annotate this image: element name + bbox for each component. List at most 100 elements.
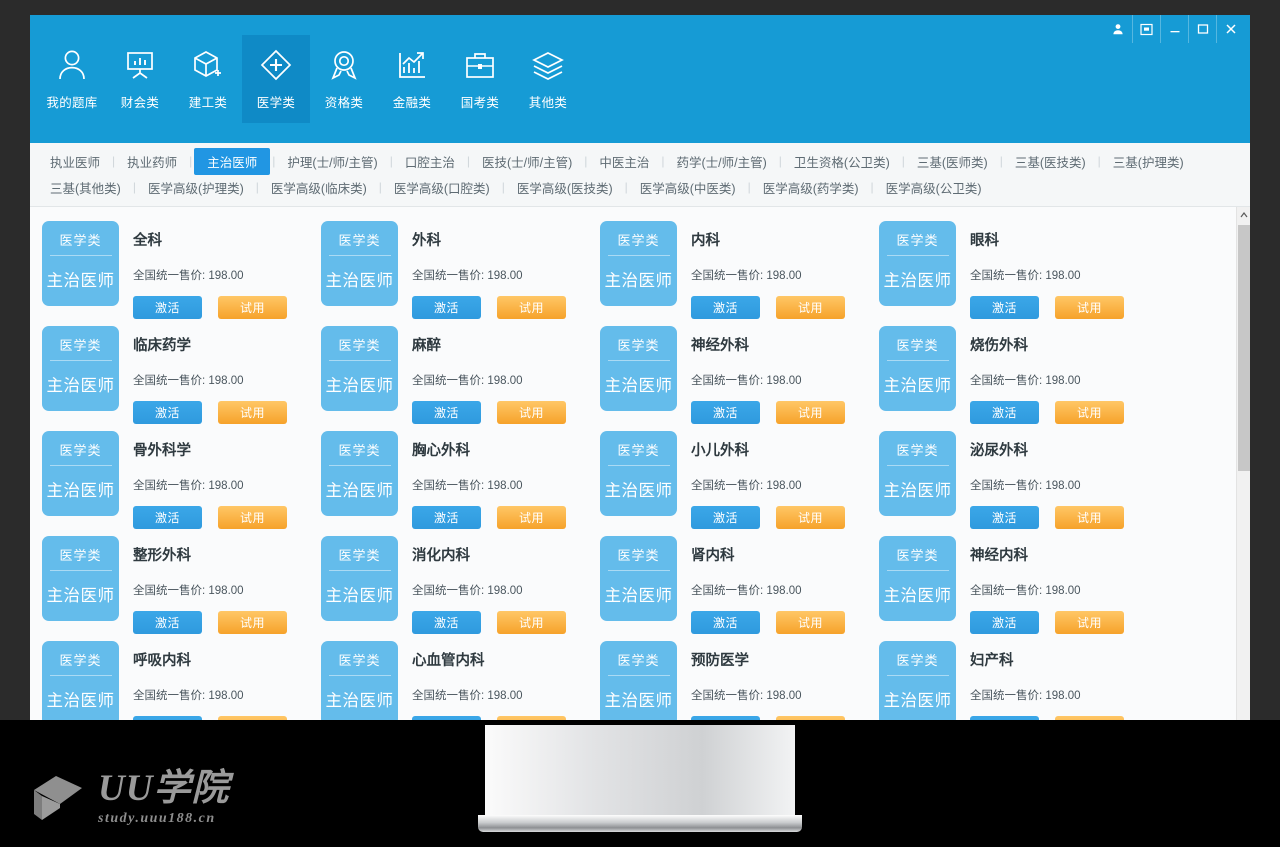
account-icon[interactable] [1104, 15, 1132, 43]
close-icon[interactable] [1216, 15, 1244, 43]
trial-button[interactable]: 试用 [218, 611, 287, 634]
activate-button[interactable]: 激活 [970, 296, 1039, 319]
trial-button[interactable]: 试用 [497, 716, 566, 720]
subnav-item-4[interactable]: 护理(士/师/主管) [277, 149, 387, 174]
maximize-icon[interactable] [1188, 15, 1216, 43]
activate-button[interactable]: 激活 [412, 296, 481, 319]
content-scrollbar[interactable] [1236, 207, 1250, 720]
skin-icon[interactable] [1132, 15, 1160, 43]
topnav-item-finance[interactable]: 金融类 [378, 35, 446, 123]
trial-button[interactable]: 试用 [218, 401, 287, 424]
trial-button[interactable]: 试用 [776, 716, 845, 720]
scrollbar-thumb[interactable] [1238, 225, 1250, 471]
subnav-item-5[interactable]: 医学高级(医技类) [507, 175, 623, 200]
trial-button[interactable]: 试用 [1055, 611, 1124, 634]
activate-button[interactable]: 激活 [691, 506, 760, 529]
activate-button[interactable]: 激活 [970, 716, 1039, 720]
subnav-item-6[interactable]: 医技(士/师/主管) [472, 149, 582, 174]
subnav-item-3[interactable]: 主治医师 [194, 147, 271, 175]
topnav-item-others[interactable]: 其他类 [514, 35, 582, 123]
product-card[interactable]: 医学类 主治医师 胸心外科 全国统一售价: 198.00 激活 试用 [315, 425, 594, 530]
activate-button[interactable]: 激活 [133, 506, 202, 529]
subnav-item-10[interactable]: 三基(医师类) [907, 149, 998, 174]
product-card[interactable]: 医学类 主治医师 骨外科学 全国统一售价: 198.00 激活 试用 [36, 425, 315, 530]
subnav-item-1[interactable]: 三基(其他类) [40, 175, 131, 200]
product-card[interactable]: 医学类 主治医师 内科 全国统一售价: 198.00 激活 试用 [594, 215, 873, 320]
activate-button[interactable]: 激活 [970, 611, 1039, 634]
subnav-item-2[interactable]: 执业药师 [117, 149, 187, 174]
trial-button[interactable]: 试用 [1055, 296, 1124, 319]
trial-button[interactable]: 试用 [776, 296, 845, 319]
product-card[interactable]: 医学类 主治医师 临床药学 全国统一售价: 198.00 激活 试用 [36, 320, 315, 425]
product-card[interactable]: 医学类主治医师妇产科全国统一售价: 198.00激活试用 [873, 635, 1152, 720]
cube-plus-icon [192, 47, 224, 83]
activate-button[interactable]: 激活 [691, 296, 760, 319]
trial-button[interactable]: 试用 [497, 611, 566, 634]
trial-button[interactable]: 试用 [776, 401, 845, 424]
subnav-item-3[interactable]: 医学高级(临床类) [261, 175, 377, 200]
trial-button[interactable]: 试用 [218, 506, 287, 529]
topnav-item-civil-service[interactable]: 国考类 [446, 35, 514, 123]
activate-button[interactable]: 激活 [412, 401, 481, 424]
trial-button[interactable]: 试用 [218, 296, 287, 319]
topnav-item-qualification[interactable]: 资格类 [310, 35, 378, 123]
activate-button[interactable]: 激活 [412, 716, 481, 720]
subnav-item-7[interactable]: 中医主治 [589, 149, 659, 174]
trial-button[interactable]: 试用 [1055, 716, 1124, 720]
activate-button[interactable]: 激活 [412, 611, 481, 634]
trial-button[interactable]: 试用 [497, 296, 566, 319]
product-card[interactable]: 医学类 主治医师 泌尿外科 全国统一售价: 198.00 激活 试用 [873, 425, 1152, 530]
activate-button[interactable]: 激活 [691, 611, 760, 634]
product-card[interactable]: 医学类 主治医师 神经内科 全国统一售价: 198.00 激活 试用 [873, 530, 1152, 635]
trial-button[interactable]: 试用 [497, 506, 566, 529]
trial-button[interactable]: 试用 [776, 611, 845, 634]
product-card[interactable]: 医学类 主治医师 麻醉 全国统一售价: 198.00 激活 试用 [315, 320, 594, 425]
product-card[interactable]: 医学类 主治医师 眼科 全国统一售价: 198.00 激活 试用 [873, 215, 1152, 320]
subnav-item-2[interactable]: 医学高级(护理类) [138, 175, 254, 200]
activate-button[interactable]: 激活 [691, 716, 760, 720]
product-card[interactable]: 医学类 主治医师 烧伤外科 全国统一售价: 198.00 激活 试用 [873, 320, 1152, 425]
trial-button[interactable]: 试用 [218, 716, 287, 720]
trial-button[interactable]: 试用 [1055, 506, 1124, 529]
product-card[interactable]: 医学类 主治医师 肾内科 全国统一售价: 198.00 激活 试用 [594, 530, 873, 635]
product-card[interactable]: 医学类主治医师呼吸内科全国统一售价: 198.00激活试用 [36, 635, 315, 720]
activate-button[interactable]: 激活 [133, 401, 202, 424]
product-card[interactable]: 医学类 主治医师 外科 全国统一售价: 198.00 激活 试用 [315, 215, 594, 320]
scroll-up-arrow-icon[interactable] [1237, 207, 1250, 223]
activate-button[interactable]: 激活 [970, 401, 1039, 424]
trial-button[interactable]: 试用 [497, 401, 566, 424]
subnav-item-11[interactable]: 三基(医技类) [1005, 149, 1096, 174]
minimize-icon[interactable] [1160, 15, 1188, 43]
product-card[interactable]: 医学类 主治医师 神经外科 全国统一售价: 198.00 激活 试用 [594, 320, 873, 425]
activate-button[interactable]: 激活 [970, 506, 1039, 529]
trial-button[interactable]: 试用 [776, 506, 845, 529]
topnav-item-accounting[interactable]: 财会类 [106, 35, 174, 123]
activate-button[interactable]: 激活 [691, 401, 760, 424]
product-card[interactable]: 医学类 主治医师 整形外科 全国统一售价: 198.00 激活 试用 [36, 530, 315, 635]
product-card[interactable]: 医学类 主治医师 小儿外科 全国统一售价: 198.00 激活 试用 [594, 425, 873, 530]
product-card[interactable]: 医学类 主治医师 全科 全国统一售价: 198.00 激活 试用 [36, 215, 315, 320]
subnav-item-7[interactable]: 医学高级(药学类) [753, 175, 869, 200]
topnav-item-construction[interactable]: 建工类 [174, 35, 242, 123]
subnav-item-12[interactable]: 三基(护理类) [1103, 149, 1194, 174]
activate-button[interactable]: 激活 [133, 716, 202, 720]
subnav-item-8[interactable]: 药学(士/师/主管) [667, 149, 777, 174]
subnav-separator: | [584, 154, 588, 168]
card-body: 外科 全国统一售价: 198.00 激活 试用 [398, 221, 566, 319]
product-card[interactable]: 医学类主治医师心血管内科全国统一售价: 198.00激活试用 [315, 635, 594, 720]
trial-button[interactable]: 试用 [1055, 401, 1124, 424]
subnav-item-1[interactable]: 执业医师 [40, 149, 110, 174]
product-card[interactable]: 医学类 主治医师 消化内科 全国统一售价: 198.00 激活 试用 [315, 530, 594, 635]
activate-button[interactable]: 激活 [133, 296, 202, 319]
activate-button[interactable]: 激活 [133, 611, 202, 634]
activate-button[interactable]: 激活 [412, 506, 481, 529]
topnav-item-medical[interactable]: 医学类 [242, 35, 310, 123]
card-actions: 激活试用 [691, 493, 845, 529]
topnav-item-my-question-bank[interactable]: 我的题库 [38, 35, 106, 123]
subnav-item-5[interactable]: 口腔主治 [395, 149, 465, 174]
product-card[interactable]: 医学类主治医师预防医学全国统一售价: 198.00激活试用 [594, 635, 873, 720]
subnav-item-6[interactable]: 医学高级(中医类) [630, 175, 746, 200]
subnav-item-8[interactable]: 医学高级(公卫类) [876, 175, 992, 200]
subnav-item-9[interactable]: 卫生资格(公卫类) [784, 149, 900, 174]
subnav-item-4[interactable]: 医学高级(口腔类) [384, 175, 500, 200]
